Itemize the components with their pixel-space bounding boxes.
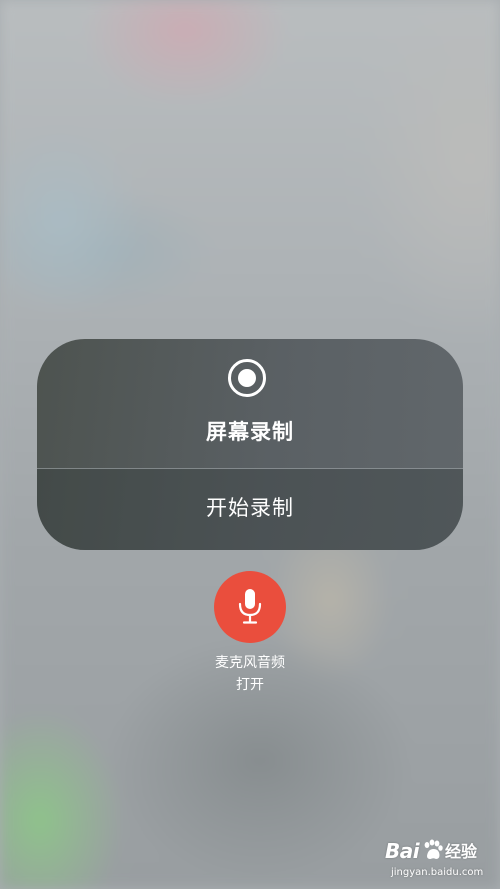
record-icon bbox=[228, 359, 266, 397]
watermark-brand-right: 经验 bbox=[445, 842, 478, 861]
baidu-jingyan-watermark: Bai 经验 jingyan.baidu.com bbox=[385, 838, 495, 886]
panel-title: 屏幕录制 bbox=[206, 420, 294, 444]
microphone-status: 打开 bbox=[236, 677, 264, 693]
microphone-label: 麦克风音频 bbox=[215, 655, 285, 671]
start-recording-label: 开始录制 bbox=[206, 496, 294, 520]
record-dot bbox=[238, 369, 256, 387]
microphone-icon bbox=[238, 589, 262, 624]
screen-recording-panel: 屏幕录制 开始录制 bbox=[37, 339, 463, 550]
paw-icon bbox=[424, 839, 443, 859]
panel-header: 屏幕录制 bbox=[37, 339, 463, 468]
microphone-button[interactable] bbox=[214, 571, 286, 643]
watermark-url: jingyan.baidu.com bbox=[391, 867, 484, 878]
watermark-brand-left: Bai bbox=[385, 839, 420, 863]
